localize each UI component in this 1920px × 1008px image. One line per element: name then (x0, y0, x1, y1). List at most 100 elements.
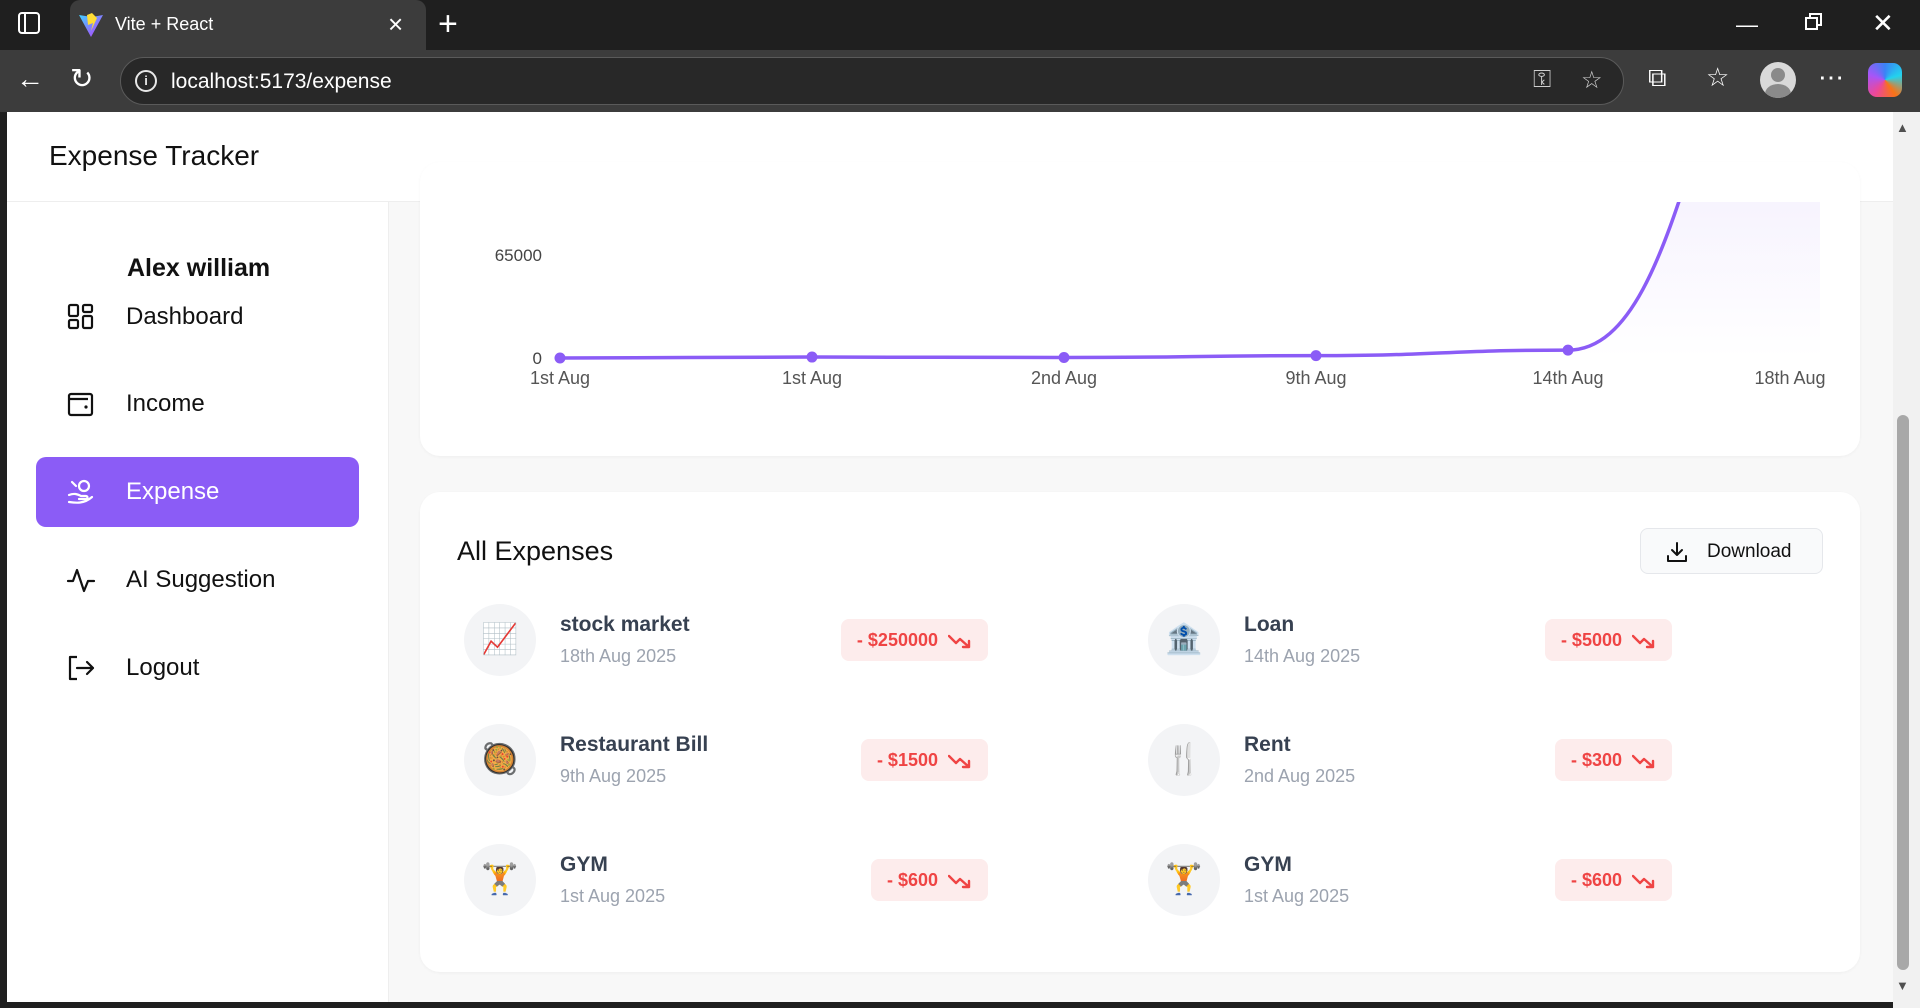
profile-avatar[interactable] (1760, 62, 1796, 98)
chart-data-point[interactable] (554, 352, 566, 364)
download-icon (1667, 542, 1687, 562)
expense-date: 18th Aug 2025 (560, 646, 677, 666)
expense-category-icon: 🏋 (464, 844, 536, 916)
dashboard-icon (67, 303, 94, 330)
back-icon[interactable]: ← (16, 64, 44, 94)
site-info-icon[interactable]: i (135, 70, 157, 92)
expense-amount: - $250000 (856, 630, 938, 650)
expense-amount-badge: - $300 (1554, 739, 1672, 781)
main-content: 0 65000 1st Aug 1st Aug 2nd Aug 9th Aug 14th A… (389, 162, 1893, 1002)
sidebar-item-label: AI Suggestion (126, 566, 276, 593)
restore-icon[interactable] (1804, 12, 1824, 37)
key-icon[interactable]: ⚿ (1533, 66, 1551, 94)
x-tick-label: 2nd Aug (1031, 368, 1097, 388)
scroll-down-icon[interactable]: ▼ (1896, 978, 1909, 993)
y-tick-label: 0 (533, 349, 542, 368)
url-text[interactable]: localhost:5173/expense (171, 70, 392, 94)
expense-item[interactable]: 🏦 Loan 14th Aug 2025 - $5000 (1148, 604, 1688, 676)
expense-item[interactable]: 🏋 GYM 1st Aug 2025 - $600 (1148, 844, 1688, 916)
expense-item[interactable]: 🏋 GYM 1st Aug 2025 - $600 (464, 844, 1004, 916)
address-bar[interactable]: i localhost:5173/expense ⚿ ☆ (120, 57, 1624, 105)
copilot-icon[interactable] (1868, 63, 1902, 97)
x-tick-label: 18th Aug (1754, 368, 1825, 388)
sidebar-item-ai-suggestion[interactable]: AI Suggestion (36, 545, 359, 615)
page-viewport: Expense Tracker Alex william Dashboard I… (7, 112, 1893, 1002)
reload-icon[interactable]: ↻ (70, 64, 93, 94)
sidebar-item-label: Expense (126, 478, 220, 505)
browser-tab[interactable]: Vite + React × (70, 0, 426, 50)
expense-category-icon: 🍴 (1148, 724, 1220, 796)
chart-area-fill (560, 202, 1820, 358)
x-tick-label: 14th Aug (1532, 368, 1603, 388)
trending-down-icon (1632, 635, 1655, 649)
expense-date: 1st Aug 2025 (560, 886, 666, 906)
expense-amount: - $600 (1570, 870, 1622, 890)
download-button[interactable]: Download (1640, 528, 1823, 574)
expense-date: 14th Aug 2025 (1244, 646, 1361, 666)
chart-data-point[interactable] (1310, 350, 1322, 362)
expense-amount: - $300 (1570, 750, 1622, 770)
favorite-star-icon[interactable]: ☆ (1581, 66, 1603, 95)
expense-title: GYM (560, 853, 608, 876)
activity-icon (66, 568, 96, 593)
browser-tab-bar: Vite + React × + — ✕ (0, 0, 1920, 50)
logout-icon (68, 655, 95, 681)
expense-item[interactable]: 🍴 Rent 2nd Aug 2025 - $300 (1148, 724, 1688, 796)
tab-title: Vite + React (115, 14, 214, 34)
expense-date: 1st Aug 2025 (1244, 886, 1350, 906)
expense-title: stock market (560, 613, 690, 636)
window-close-icon[interactable]: ✕ (1872, 8, 1894, 39)
trending-down-icon (948, 755, 971, 769)
sidebar-item-logout[interactable]: Logout (36, 633, 359, 703)
x-tick-label: 9th Aug (1285, 368, 1346, 388)
tab-close-icon[interactable]: × (388, 9, 403, 39)
expense-category-icon: 🥘 (464, 724, 536, 796)
expense-amount-badge: - $1500 (860, 739, 988, 781)
x-tick-label: 1st Aug (530, 368, 590, 388)
trending-down-icon (1632, 875, 1655, 889)
x-tick-label: 1st Aug (782, 368, 842, 388)
more-options-icon[interactable]: ⋯ (1818, 62, 1844, 93)
chart-data-point[interactable] (806, 351, 818, 363)
expense-amount-badge: - $600 (1554, 859, 1672, 901)
expense-amount-badge: - $5000 (1544, 619, 1672, 661)
sidebar-item-expense[interactable]: Expense (36, 457, 359, 527)
expense-line-chart: 0 65000 1st Aug 1st Aug 2nd Aug 9th Aug 14th A… (495, 202, 1826, 388)
chart-data-point[interactable] (1058, 352, 1070, 364)
new-tab-icon[interactable]: + (438, 6, 458, 42)
extensions-icon[interactable]: ⧉ (1648, 62, 1667, 94)
sidebar-item-label: Dashboard (126, 303, 244, 330)
all-expenses-card: All Expenses Download 📈 stock market 18th … (420, 492, 1860, 972)
all-expenses-title: All Expenses (457, 536, 614, 566)
expense-title: Restaurant Bill (560, 733, 709, 756)
minimize-icon[interactable]: — (1736, 12, 1758, 38)
trending-down-icon (948, 875, 971, 889)
app-title: Expense Tracker (49, 140, 260, 171)
scrollbar-thumb[interactable] (1897, 415, 1909, 970)
expense-amount-badge: - $600 (870, 859, 988, 901)
user-name: Alex william (127, 254, 271, 282)
expense-date: 9th Aug 2025 (560, 766, 667, 786)
sidebar: Alex william Dashboard Income Expense AI… (7, 202, 389, 1002)
favorites-icon[interactable]: ☆ (1706, 62, 1729, 93)
chart-data-point[interactable] (1562, 344, 1574, 356)
tab-actions-icon[interactable] (18, 12, 40, 34)
expense-chart-card: 0 65000 1st Aug 1st Aug 2nd Aug 9th Aug 14th A… (420, 162, 1860, 456)
expense-date: 2nd Aug 2025 (1244, 766, 1356, 786)
trending-down-icon (1632, 755, 1655, 769)
expense-title: Rent (1244, 733, 1291, 756)
browser-toolbar: ← ↻ i localhost:5173/expense ⚿ ☆ ⧉ ☆ ⋯ (0, 50, 1920, 112)
trending-down-icon (948, 635, 971, 649)
expense-amount: - $600 (886, 870, 938, 890)
scroll-up-icon[interactable]: ▲ (1896, 120, 1909, 135)
sidebar-item-label: Income (126, 390, 205, 417)
expense-amount: - $1500 (876, 750, 938, 770)
sidebar-item-dashboard[interactable]: Dashboard (36, 282, 359, 352)
expense-item[interactable]: 🥘 Restaurant Bill 9th Aug 2025 - $1500 (464, 724, 1004, 796)
expense-category-icon: 🏋 (1148, 844, 1220, 916)
sidebar-item-income[interactable]: Income (36, 369, 359, 439)
expense-category-icon: 📈 (464, 604, 536, 676)
expense-amount-badge: - $250000 (840, 619, 988, 661)
expense-item[interactable]: 📈 stock market 18th Aug 2025 - $250000 (464, 604, 1004, 676)
y-tick-label: 65000 (495, 246, 542, 265)
